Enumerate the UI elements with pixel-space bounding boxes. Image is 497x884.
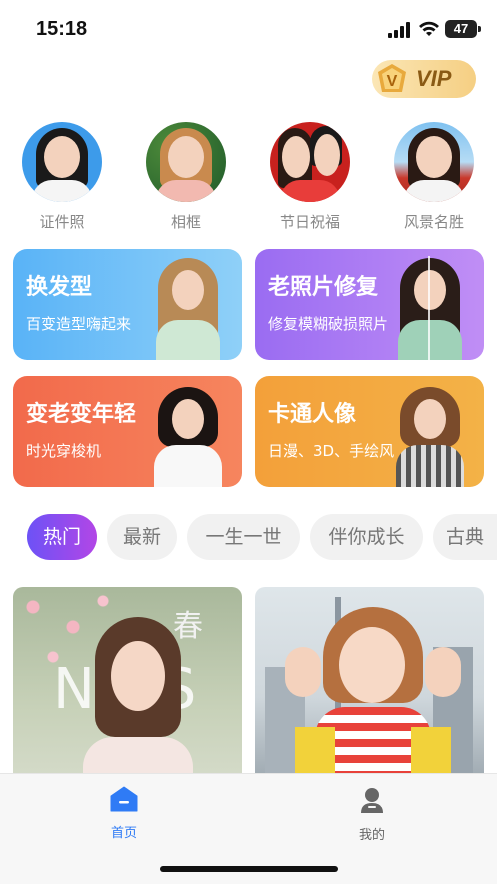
vip-crown-icon: V	[378, 64, 406, 92]
vip-label: VIP	[416, 66, 452, 91]
tab-latest[interactable]: 最新	[107, 514, 177, 560]
tab-bar-home-label: 首页	[110, 826, 137, 841]
card-title: 换发型	[26, 275, 93, 300]
tab-hot[interactable]: 热门	[27, 514, 97, 560]
tab-classical[interactable]: 古典	[433, 514, 497, 560]
card-subtitle: 日漫、3D、手绘风	[268, 442, 395, 460]
card-title: 变老变年轻	[26, 402, 137, 427]
portrait-hand	[285, 647, 321, 697]
home-icon	[110, 786, 138, 812]
tab-lifetime[interactable]: 一生一世	[187, 514, 300, 560]
profile-icon	[361, 788, 383, 813]
signal-icon	[388, 22, 410, 38]
category-id-photo[interactable]: 证件照	[12, 122, 112, 232]
vip-gem-letter: V	[387, 73, 398, 90]
card-title: 卡通人像	[268, 402, 357, 427]
card-subtitle: 百变造型嗨起来	[26, 315, 132, 333]
card-subtitle: 修复模糊破损照片	[268, 315, 389, 333]
scenery-avatar	[394, 122, 474, 202]
category-scenery[interactable]: 风景名胜	[384, 122, 484, 232]
card-portrait	[390, 256, 470, 360]
festival-avatar	[270, 122, 350, 202]
frame-avatar	[146, 122, 226, 202]
tab-bar-mine-label: 我的	[358, 828, 385, 843]
card-portrait	[390, 383, 470, 487]
status-time: 15:18	[36, 18, 88, 40]
battery-icon: 47	[445, 20, 481, 38]
portrait-hand	[425, 647, 461, 697]
filter-tabs: 热门 最新 一生一世 伴你成长 古典	[0, 512, 497, 564]
tab-bar-home[interactable]: 首页	[84, 786, 164, 841]
card-cartoon-portrait[interactable]: 卡通人像 日漫、3D、手绘风	[255, 376, 484, 487]
portrait-face	[111, 641, 165, 711]
category-label: 相框	[170, 213, 201, 231]
card-old-photo-restore[interactable]: 老照片修复 修复模糊破损照片	[255, 249, 484, 360]
category-frame[interactable]: 相框	[136, 122, 236, 232]
home-indicator[interactable]	[160, 866, 338, 872]
portrait-face	[339, 627, 405, 703]
photo-card-city[interactable]	[255, 587, 484, 787]
category-label: 节日祝福	[279, 213, 340, 231]
card-age-change[interactable]: 变老变年轻 时光穿梭机	[13, 376, 242, 487]
card-portrait	[148, 383, 228, 487]
status-bar: 15:18 47	[0, 0, 497, 60]
photo-card-spring[interactable]: 春 N S	[13, 587, 242, 787]
card-change-hairstyle[interactable]: 换发型 百变造型嗨起来	[13, 249, 242, 360]
tab-growing-up[interactable]: 伴你成长	[310, 514, 423, 560]
category-festival[interactable]: 节日祝福	[260, 122, 360, 232]
tab-bar-mine[interactable]: 我的	[332, 786, 412, 843]
photo-overlay-text: 春	[173, 609, 203, 644]
vip-button[interactable]: V VIP	[372, 60, 476, 98]
category-label: 证件照	[39, 213, 85, 231]
id-photo-avatar	[22, 122, 102, 202]
category-label: 风景名胜	[403, 213, 464, 231]
card-subtitle: 时光穿梭机	[26, 442, 102, 460]
card-portrait	[148, 256, 228, 360]
card-title: 老照片修复	[268, 275, 379, 300]
wifi-icon	[419, 21, 439, 36]
